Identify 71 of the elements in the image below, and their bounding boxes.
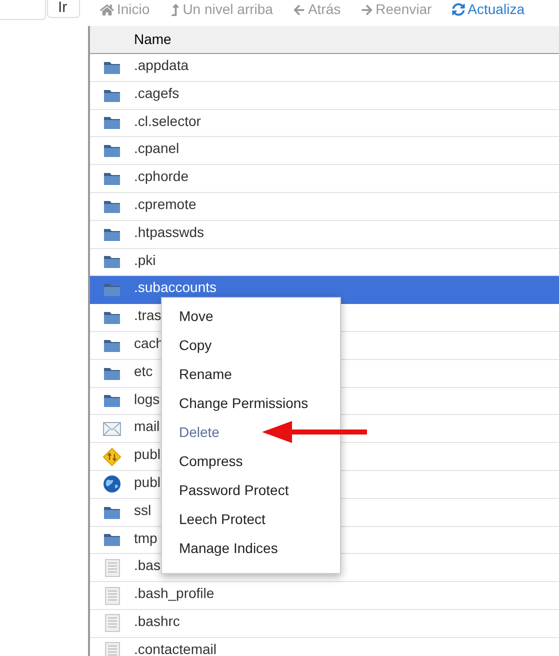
up-arrow-icon — [170, 4, 180, 16]
menu-item[interactable]: Compress — [179, 447, 243, 476]
folder-icon — [103, 338, 121, 353]
file-row[interactable]: .contactemail — [90, 638, 559, 656]
folder-icon — [103, 366, 121, 381]
file-name: publ — [134, 474, 160, 491]
folder-icon — [103, 88, 121, 103]
refresh-icon — [452, 3, 465, 16]
right-arrow-icon — [360, 4, 373, 16]
folder-icon — [103, 282, 121, 298]
file-name: .contactemail — [134, 640, 216, 656]
left-arrow-icon — [292, 4, 305, 16]
menu-item[interactable]: Move — [179, 302, 214, 331]
document-icon — [104, 642, 120, 656]
home-icon — [100, 2, 114, 16]
file-row[interactable]: .cpanel — [90, 137, 559, 166]
file-name: ssl — [134, 502, 152, 519]
folder-icon — [103, 310, 121, 326]
file-name: etc — [134, 362, 153, 380]
menu-item[interactable]: Password Protect — [179, 476, 289, 505]
file-row[interactable]: .bashrc — [90, 610, 559, 638]
file-name: .cpanel — [134, 140, 180, 158]
folder-icon — [103, 60, 121, 75]
path-field[interactable] — [0, 0, 46, 20]
file-row[interactable]: .subaccounts — [90, 276, 559, 304]
file-name: .pki — [134, 252, 156, 269]
folder-icon — [103, 143, 121, 158]
file-name: .bash_profile — [134, 585, 214, 602]
folder-icon — [103, 504, 121, 520]
file-row[interactable]: .appdata — [90, 54, 559, 82]
folder-icon — [103, 198, 121, 214]
folder-icon — [103, 393, 121, 408]
file-name: .bashrc — [134, 612, 180, 630]
file-name: .cphorde — [134, 168, 188, 186]
file-row[interactable]: .htpasswds — [90, 220, 559, 249]
menu-item[interactable]: Copy — [179, 331, 212, 360]
file-name: mail — [134, 418, 160, 436]
folder-icon — [103, 254, 121, 270]
file-name: .cl.selector — [134, 112, 201, 130]
file-name: .tras — [134, 307, 162, 324]
file-row[interactable]: .cagefs — [90, 82, 559, 110]
file-name: logs — [134, 390, 160, 408]
file-row[interactable]: .cphorde — [90, 165, 559, 193]
file-row[interactable]: .bash_profile — [90, 582, 559, 610]
menu-item[interactable]: Leech Protect — [179, 505, 266, 534]
globe-icon — [103, 475, 121, 494]
document-icon — [104, 586, 120, 605]
folder-icon — [103, 171, 121, 186]
envelope-icon — [103, 422, 121, 436]
go-button[interactable]: Ir — [47, 0, 80, 18]
file-name: .appdata — [134, 57, 188, 74]
document-icon — [104, 558, 120, 577]
folder-icon — [103, 226, 121, 242]
file-row[interactable]: .cpremote — [90, 192, 559, 221]
file-name: .subaccounts — [134, 279, 216, 296]
file-name: .htpasswds — [134, 224, 204, 241]
column-header[interactable]: Name — [134, 29, 172, 50]
menu-item[interactable]: Delete — [179, 418, 220, 447]
toolbar-button[interactable]: Actualiza — [452, 1, 524, 18]
file-name: .bas — [134, 557, 160, 574]
file-name: .cagefs — [134, 84, 180, 102]
file-row[interactable]: .cl.selector — [90, 110, 559, 138]
up-down-arrows-icon — [103, 448, 121, 466]
file-name: .cpremote — [134, 196, 196, 213]
folder-icon — [103, 115, 121, 130]
menu-item[interactable]: Change Permissions — [179, 389, 308, 418]
file-name: publ — [134, 446, 160, 464]
file-name: tmp — [134, 530, 158, 547]
folder-icon — [103, 532, 121, 548]
menu-item[interactable]: Rename — [179, 360, 232, 389]
document-icon — [104, 614, 120, 632]
